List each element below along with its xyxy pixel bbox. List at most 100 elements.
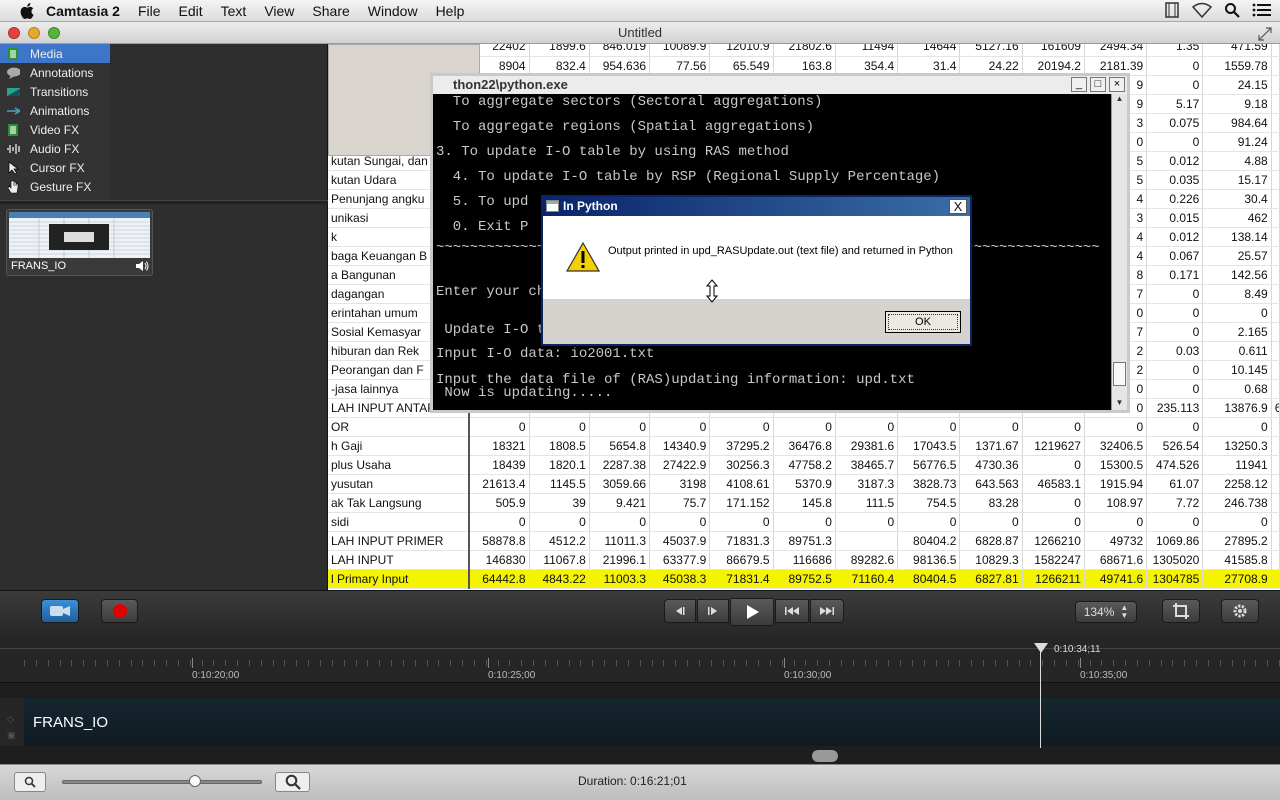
film-icon xyxy=(6,123,20,136)
sheet-cell: 0 xyxy=(1022,512,1085,532)
settings-button[interactable] xyxy=(1221,599,1259,623)
menu-window[interactable]: Window xyxy=(368,3,418,19)
in-python-dialog[interactable]: In Python X Output printed in upd_RASUpd… xyxy=(541,195,972,346)
sheet-cell: 1371.67 xyxy=(959,436,1023,456)
task-gesture-fx[interactable]: Gesture FX xyxy=(0,177,110,196)
horizontal-scroll-thumb[interactable] xyxy=(812,750,838,762)
app-name[interactable]: Camtasia 2 xyxy=(46,3,120,19)
task-cursor-fx[interactable]: Cursor FX xyxy=(0,158,110,177)
sheet-cell: 3828.73 xyxy=(897,474,961,494)
transition-icon xyxy=(6,86,20,98)
ruler-tick xyxy=(273,660,274,666)
sheet-cell: 2.165 xyxy=(1202,322,1272,342)
sheet-cell: 14340.9 xyxy=(649,436,711,456)
menu-file[interactable]: File xyxy=(138,3,161,19)
filmstrip-icon[interactable] xyxy=(1164,1,1180,21)
sheet-cell: 4.88 xyxy=(1202,151,1272,171)
sheet-cell: 45037.9 xyxy=(649,531,711,551)
console-line: To aggregate sectors (Sectoral aggregati… xyxy=(436,94,823,110)
scroll-thumb[interactable] xyxy=(1113,362,1126,386)
apple-icon[interactable] xyxy=(16,0,38,22)
sheet-cell: 4730.36 xyxy=(959,455,1023,475)
minimize-window-button[interactable] xyxy=(28,27,40,39)
sheet-cell: 235.113 xyxy=(1146,398,1204,418)
record-screen-button[interactable] xyxy=(41,599,79,623)
console-close-button[interactable]: × xyxy=(1109,77,1125,92)
ruler-tick xyxy=(1244,660,1245,666)
console-title[interactable]: thon22\python.exe xyxy=(433,76,1127,94)
sheet-cell: 0 xyxy=(529,417,590,437)
sheet-cell: 0.015 xyxy=(1146,208,1204,228)
play-button[interactable] xyxy=(730,598,774,626)
time-ruler[interactable]: 0:10:20;00 0:10:25;00 0:10:30;00 0:10:35… xyxy=(0,636,1280,683)
sheet-cell xyxy=(1271,189,1280,209)
console-scrollbar[interactable]: ▲ ▼ xyxy=(1111,94,1127,410)
ruler-tick xyxy=(320,660,321,666)
sheet-cell: 2287.38 xyxy=(589,455,651,475)
lock-icon[interactable]: ▣ xyxy=(7,730,16,741)
ruler-tick xyxy=(853,660,854,666)
sheet-cell: 21802.6 xyxy=(773,44,836,57)
ok-button[interactable]: OK xyxy=(885,311,961,333)
menu-view[interactable]: View xyxy=(264,3,294,19)
zoom-slider-knob[interactable] xyxy=(189,775,201,787)
scroll-down-arrow-icon[interactable]: ▼ xyxy=(1114,398,1125,410)
sheet-cell: 10829.3 xyxy=(959,550,1023,570)
console-minimize-button[interactable]: _ xyxy=(1071,77,1087,92)
rewind-button[interactable] xyxy=(775,599,809,623)
console-maximize-button[interactable]: □ xyxy=(1090,77,1106,92)
crop-button[interactable] xyxy=(1162,599,1200,623)
playhead-handle-icon[interactable] xyxy=(1033,642,1049,657)
sheet-cell: 846.019 xyxy=(589,44,651,57)
previous-frame-button[interactable] xyxy=(664,599,696,623)
ruler-major-tick xyxy=(192,658,193,668)
sheet-cell: 0 xyxy=(1146,284,1204,304)
timeline-track[interactable]: FRANS_IO xyxy=(24,698,1280,746)
next-frame-button[interactable] xyxy=(697,599,729,623)
task-media[interactable]: Media xyxy=(0,44,110,63)
sheet-cell: 11067.8 xyxy=(529,550,590,570)
eye-icon[interactable]: ◇ xyxy=(7,714,14,725)
sheet-cell: 0 xyxy=(835,417,899,437)
list-menu-icon[interactable] xyxy=(1252,2,1272,21)
sheet-cell: 46583.1 xyxy=(1022,474,1085,494)
wifi-icon[interactable] xyxy=(1191,2,1213,21)
task-audio-fx[interactable]: Audio FX xyxy=(0,139,110,158)
zoom-in-button[interactable] xyxy=(275,772,310,792)
sheet-cell xyxy=(1271,512,1280,532)
task-video-fx[interactable]: Video FX xyxy=(0,120,110,139)
menu-share[interactable]: Share xyxy=(312,3,349,19)
zoom-select[interactable]: 134% ▲ ▼ xyxy=(1075,601,1137,623)
record-button[interactable] xyxy=(101,599,138,623)
media-clip[interactable]: FRANS_IO xyxy=(6,209,153,276)
dialog-title[interactable]: In Python xyxy=(543,197,970,216)
sheet-cell: 0 xyxy=(709,417,774,437)
sheet-cell: 0 xyxy=(1146,379,1204,399)
sheet-cell: 27422.9 xyxy=(649,455,711,475)
preview-canvas[interactable]: 22402 1899.6 846.019 10089.9 12010.9 21802.6 1… xyxy=(328,44,1280,590)
scroll-up-arrow-icon[interactable]: ▲ xyxy=(1114,94,1125,106)
fast-forward-button[interactable] xyxy=(810,599,844,623)
ruler-tick xyxy=(36,660,37,666)
sheet-cell: 11494 xyxy=(835,44,899,57)
menu-edit[interactable]: Edit xyxy=(179,3,203,19)
dialog-close-button[interactable]: X xyxy=(949,199,967,214)
task-annotations[interactable]: Annotations xyxy=(0,63,110,82)
panel-divider[interactable] xyxy=(0,200,328,204)
playhead-line[interactable] xyxy=(1040,648,1041,748)
menu-text[interactable]: Text xyxy=(221,3,247,19)
ruler-tick xyxy=(60,660,61,666)
search-icon[interactable] xyxy=(1224,2,1240,21)
task-animations[interactable]: Animations xyxy=(0,101,110,120)
task-transitions[interactable]: Transitions xyxy=(0,82,110,101)
menu-help[interactable]: Help xyxy=(436,3,465,19)
zoom-slider-track[interactable] xyxy=(62,780,262,784)
task-label: Animations xyxy=(30,103,90,118)
zoom-out-button[interactable] xyxy=(14,772,46,792)
sheet-cell: 3198 xyxy=(649,474,711,494)
zoom-window-button[interactable] xyxy=(48,27,60,39)
sheet-cell: 12010.9 xyxy=(709,44,774,57)
ruler-tick xyxy=(1030,660,1031,666)
sheet-cell: 138.14 xyxy=(1202,227,1272,247)
close-window-button[interactable] xyxy=(8,27,20,39)
